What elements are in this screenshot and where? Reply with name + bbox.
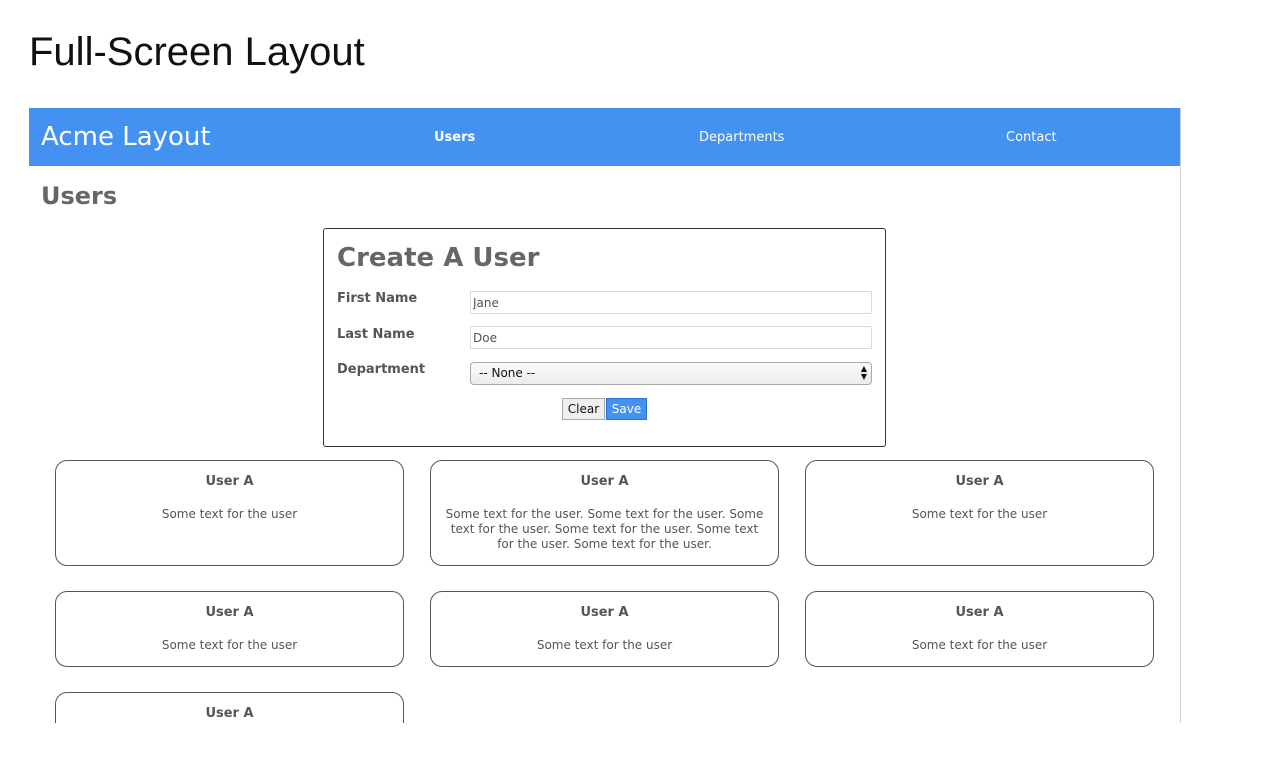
page-heading: Full-Screen Layout (29, 30, 365, 74)
user-card: User A Some text for the user (55, 591, 404, 667)
department-label: Department (337, 362, 426, 377)
user-card-name: User A (580, 474, 629, 489)
nav-link-departments[interactable]: Departments (699, 129, 784, 147)
user-card-text: Some text for the user (161, 507, 298, 521)
last-name-input[interactable] (470, 326, 872, 349)
user-card-name: User A (955, 474, 1004, 489)
user-card-text: Some text for the user (536, 638, 673, 652)
section-title: Users (41, 182, 118, 210)
department-selected-value: -- None -- (479, 366, 536, 380)
department-select[interactable]: -- None -- ▲ ▼ (470, 362, 872, 385)
user-card-name: User A (955, 605, 1004, 620)
user-card: User A Some text for the user (805, 460, 1154, 566)
brand-logo[interactable]: Acme Layout (41, 121, 211, 153)
navbar: Acme Layout Users Departments Contact (29, 108, 1180, 166)
last-name-label: Last Name (337, 327, 415, 342)
user-card: User A Some text for the user (55, 460, 404, 566)
nav-link-users[interactable]: Users (434, 129, 475, 147)
user-card-text: Some text for the user (911, 638, 1048, 652)
user-card-name: User A (205, 474, 254, 489)
user-card: User A (55, 692, 404, 723)
app-frame: Acme Layout Users Departments Contact Us… (29, 108, 1181, 723)
user-card: User A Some text for the user (430, 591, 779, 667)
user-card: User A Some text for the user. Some text… (430, 460, 779, 566)
user-card-text: Some text for the user (911, 507, 1048, 521)
first-name-label: First Name (337, 291, 418, 306)
create-user-form: Create A User First Name Last Name Depar… (323, 228, 886, 447)
form-title: Create A User (337, 243, 540, 273)
clear-button[interactable]: Clear (562, 398, 605, 420)
user-card-text: Some text for the user. Some text for th… (445, 507, 764, 551)
user-card: User A Some text for the user (805, 591, 1154, 667)
user-card-text: Some text for the user (161, 638, 298, 652)
user-card-name: User A (580, 605, 629, 620)
select-arrows-icon: ▲ ▼ (860, 364, 867, 381)
first-name-input[interactable] (470, 291, 872, 314)
user-card-name: User A (205, 706, 254, 721)
save-button[interactable]: Save (606, 398, 647, 420)
user-card-name: User A (205, 605, 254, 620)
nav-link-contact[interactable]: Contact (1006, 129, 1057, 147)
